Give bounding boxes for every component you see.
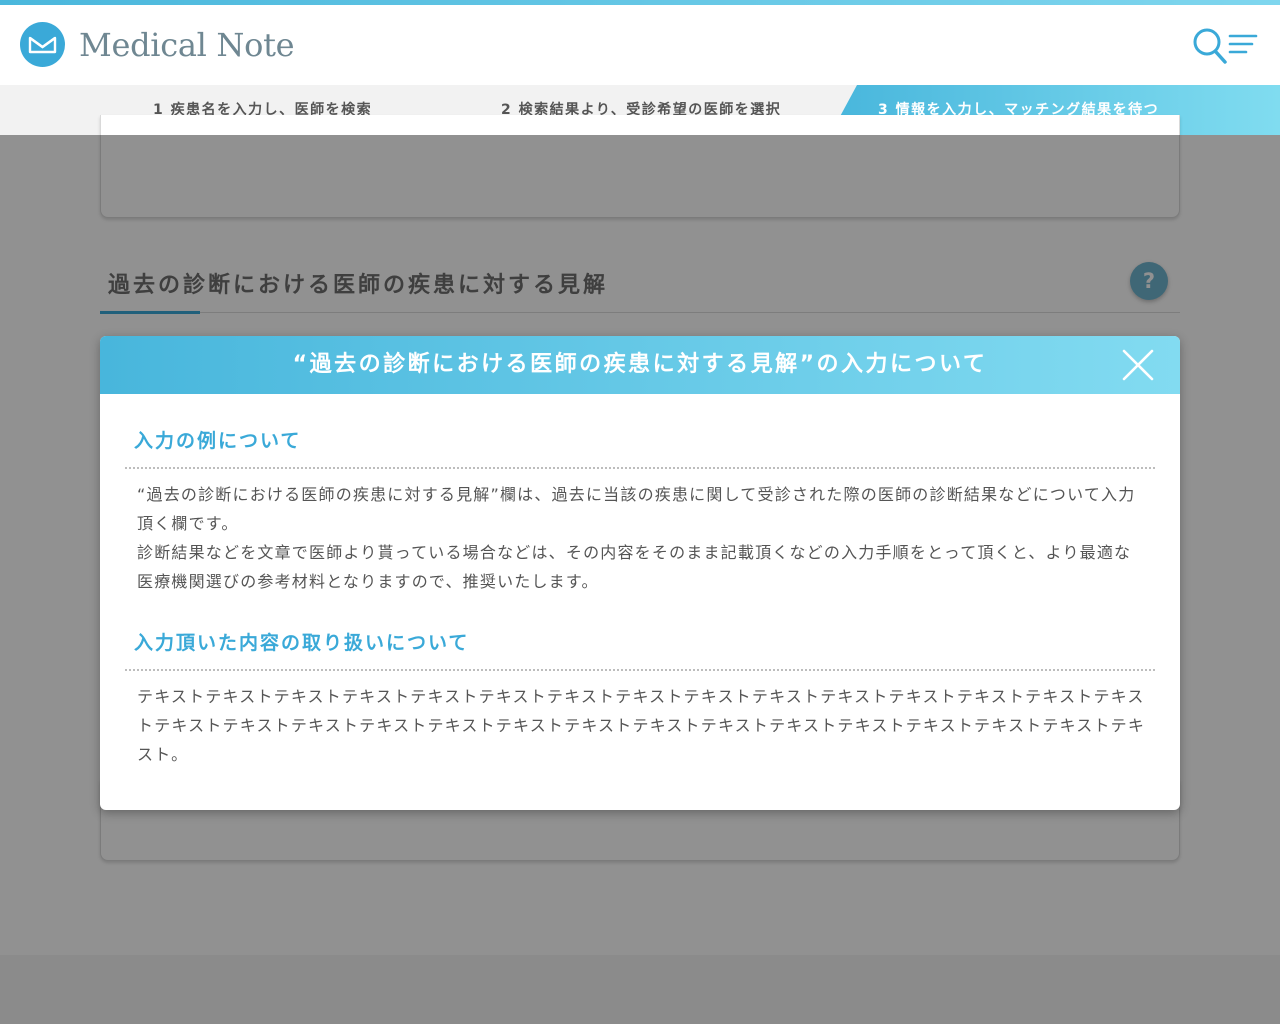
search-icon[interactable]	[1192, 27, 1228, 65]
input-example-text: “過去の診断における医師の疾患に対する見解”欄は、過去に当該の疾患に関して受診さ…	[137, 480, 1147, 596]
data-handling-heading: 入力頂いた内容の取り扱いについて	[134, 632, 470, 654]
site-header: Medical Note	[0, 5, 1280, 85]
logo[interactable]: Medical Note	[20, 22, 295, 67]
logo-text: Medical Note	[79, 25, 295, 64]
medical-note-logo-icon	[20, 22, 65, 67]
paragraph: テキストテキストテキストテキストテキストテキストテキストテキストテキストテキスト…	[137, 687, 1146, 764]
paragraph: “過去の診断における医師の疾患に対する見解”欄は、過去に当該の疾患に関して受診さ…	[137, 485, 1136, 533]
modal-header: “過去の診断における医師の疾患に対する見解”の入力について	[100, 336, 1180, 394]
dotted-divider	[125, 669, 1155, 671]
paragraph: 診断結果などを文章で医師より貰っている場合などは、その内容をそのまま記載頂くなど…	[137, 543, 1132, 591]
info-modal: “過去の診断における医師の疾患に対する見解”の入力について 入力の例について “…	[100, 336, 1180, 810]
modal-title: “過去の診断における医師の疾患に対する見解”の入力について	[292, 352, 988, 377]
close-icon[interactable]	[1121, 348, 1155, 382]
hamburger-menu-icon[interactable]	[1228, 33, 1258, 57]
dotted-divider	[125, 467, 1155, 469]
data-handling-text: テキストテキストテキストテキストテキストテキストテキストテキストテキストテキスト…	[137, 682, 1147, 769]
input-example-heading: 入力の例について	[134, 430, 302, 452]
